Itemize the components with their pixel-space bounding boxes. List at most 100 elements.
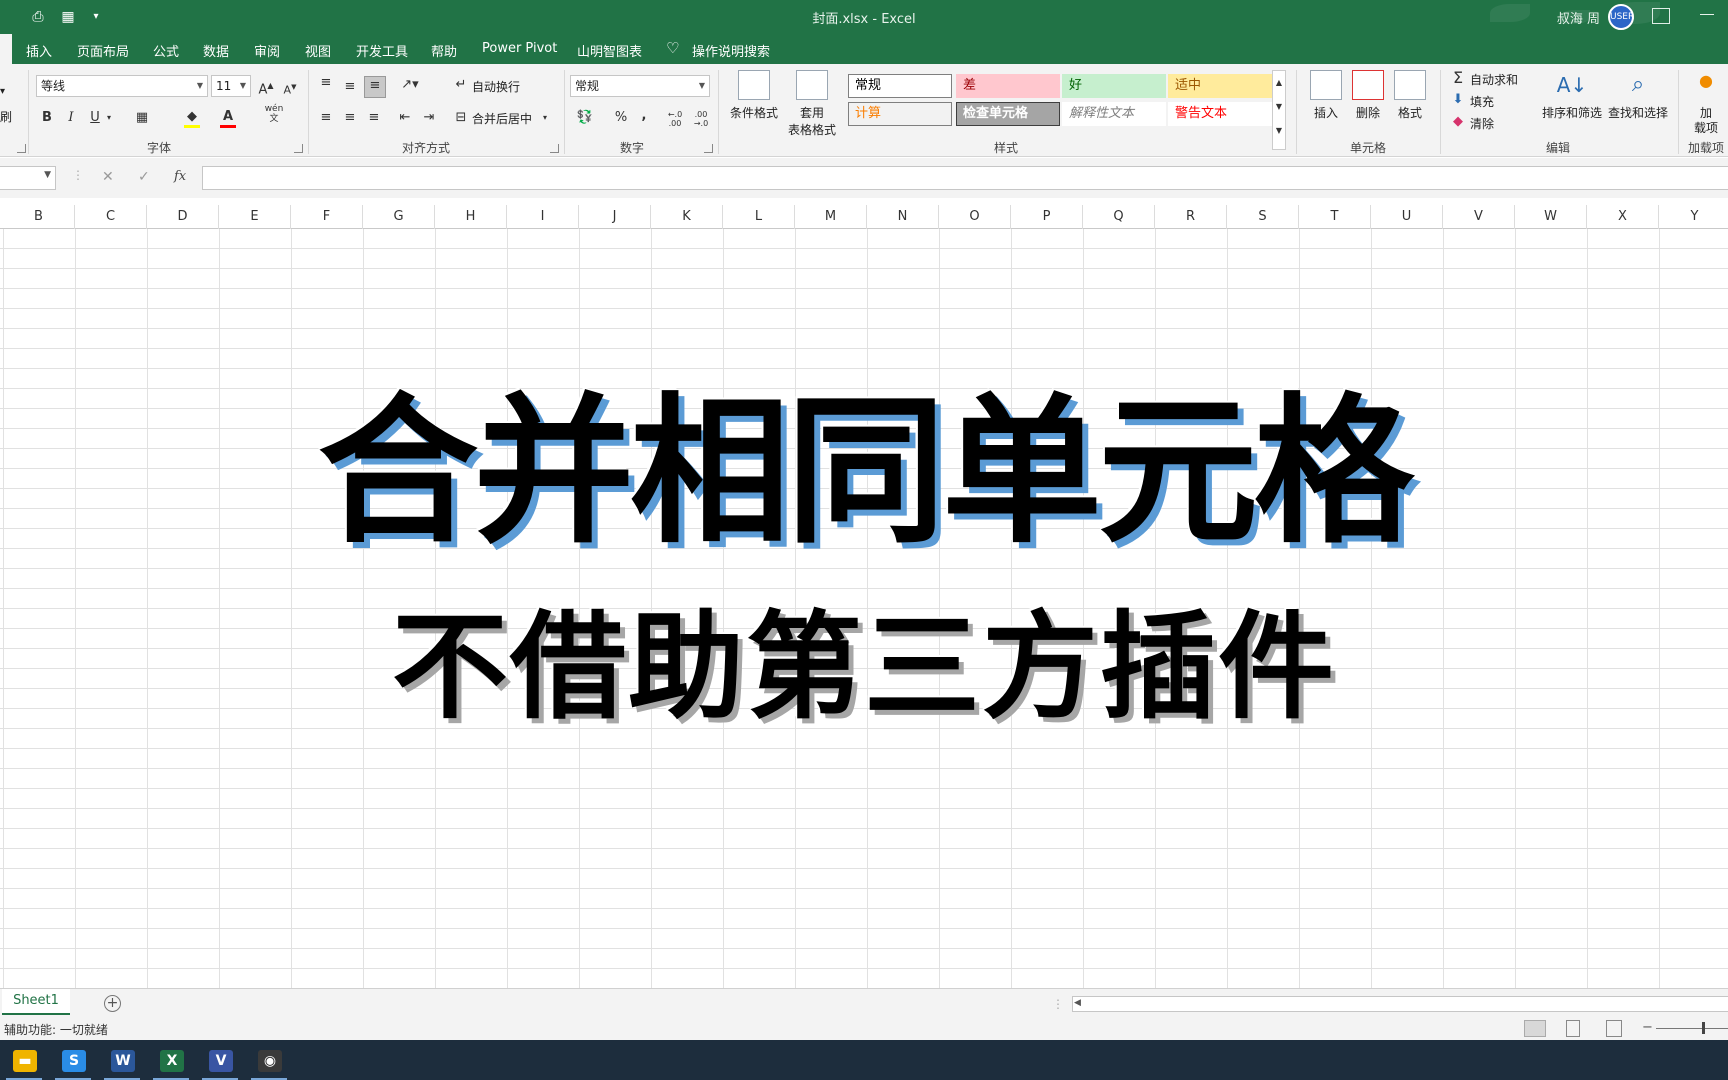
clipboard-dropdown-icon[interactable]: ▾ [0, 86, 5, 97]
align-right-icon[interactable]: ≡ [366, 109, 382, 127]
format-cells-button[interactable]: 格式 [1390, 70, 1430, 121]
tab-home-selected-edge[interactable] [0, 34, 12, 64]
zoom-slider-thumb[interactable] [1702, 1022, 1705, 1034]
autosum-button[interactable]: 自动求和 [1470, 71, 1518, 88]
tab-view[interactable]: 视图 [305, 41, 331, 60]
column-header[interactable]: B [3, 205, 75, 229]
zoom-slider[interactable] [1656, 1028, 1728, 1029]
tab-shanming-charts[interactable]: 山明智图表 [577, 41, 642, 60]
style-check-cell[interactable]: 检查单元格 [956, 102, 1060, 126]
clipboard-launcher-icon[interactable] [17, 144, 26, 153]
tab-splitter-icon[interactable]: ⋮ [1052, 997, 1064, 1011]
insert-function-button[interactable]: fx [174, 169, 186, 184]
increase-font-size-icon[interactable]: A▲ [258, 77, 274, 99]
fill-color-icon[interactable]: ◆ [184, 108, 200, 128]
tab-power-pivot[interactable]: Power Pivot [482, 41, 557, 56]
page-layout-view-icon[interactable] [1566, 1020, 1580, 1037]
taskbar-excel[interactable]: X [149, 1044, 193, 1080]
style-good[interactable]: 好 [1062, 74, 1166, 98]
font-size-select[interactable]: 11 ▼ [211, 75, 251, 97]
decrease-font-size-icon[interactable]: A▼ [282, 78, 298, 100]
column-header[interactable]: H [435, 205, 507, 229]
cancel-entry-icon[interactable]: ✕ [102, 169, 114, 185]
column-header[interactable]: Q [1083, 205, 1155, 229]
clear-button[interactable]: 清除 [1470, 115, 1494, 132]
formula-input[interactable] [202, 166, 1728, 190]
style-neutral[interactable]: 适中 [1168, 74, 1272, 98]
column-header[interactable]: K [651, 205, 723, 229]
column-header[interactable]: I [507, 205, 579, 229]
number-launcher-icon[interactable] [704, 144, 713, 153]
column-header[interactable]: J [579, 205, 651, 229]
confirm-entry-icon[interactable]: ✓ [138, 169, 150, 185]
tab-formulas[interactable]: 公式 [153, 41, 179, 60]
zoom-out-icon[interactable]: − [1642, 1020, 1653, 1035]
tell-me-search[interactable]: 操作说明搜索 [692, 41, 770, 60]
page-break-view-icon[interactable] [1606, 1020, 1622, 1037]
column-header[interactable]: P [1011, 205, 1083, 229]
style-bad[interactable]: 差 [956, 74, 1060, 98]
scroll-left-icon[interactable]: ◀ [1074, 998, 1081, 1008]
column-header[interactable]: R [1155, 205, 1227, 229]
column-header[interactable]: U [1371, 205, 1443, 229]
horizontal-scrollbar[interactable] [1072, 996, 1728, 1012]
comma-style-button[interactable]: , [638, 107, 650, 125]
delete-cells-button[interactable]: 删除 [1348, 70, 1388, 121]
wrap-text-button[interactable]: 自动换行 [472, 78, 520, 95]
taskbar-visio[interactable]: V [198, 1044, 242, 1080]
tab-data[interactable]: 数据 [203, 41, 229, 60]
align-bottom-icon[interactable]: ≡ [364, 76, 386, 98]
style-calculation[interactable]: 计算 [848, 102, 952, 126]
taskbar-file-explorer[interactable]: ▬ [2, 1044, 46, 1080]
minimize-button[interactable] [1700, 14, 1714, 15]
tab-review[interactable]: 审阅 [254, 41, 280, 60]
italic-button[interactable]: I [64, 109, 78, 127]
column-header[interactable]: M [795, 205, 867, 229]
avatar[interactable]: USER [1608, 4, 1634, 30]
align-left-icon[interactable]: ≡ [318, 109, 334, 127]
alignment-launcher-icon[interactable] [550, 144, 559, 153]
style-explanatory-text[interactable]: 解释性文本 [1062, 102, 1166, 126]
increase-indent-icon[interactable]: ⇥ [420, 109, 438, 127]
column-header[interactable]: W [1515, 205, 1587, 229]
number-format-select[interactable]: 常规 ▼ [570, 75, 710, 97]
find-select-button[interactable]: ⌕ 查找和选择 [1606, 70, 1670, 121]
name-box[interactable]: ▼ [0, 166, 56, 190]
align-top-icon[interactable]: ≡ [318, 74, 334, 92]
percent-style-button[interactable]: % [614, 109, 628, 127]
insert-cells-button[interactable]: 插入 [1306, 70, 1346, 121]
user-name[interactable]: 叔海 周 [1557, 8, 1600, 27]
column-header[interactable]: F [291, 205, 363, 229]
tab-help[interactable]: 帮助 [431, 41, 457, 60]
phonetic-guide-icon[interactable]: wén 文 [264, 104, 284, 124]
styles-gallery-scroll-icon[interactable]: ▲ ▼ ▼ [1272, 70, 1286, 150]
format-painter-label[interactable]: 刷 [0, 108, 12, 125]
tab-page-layout[interactable]: 页面布局 [77, 41, 129, 60]
formula-bar-grip-icon[interactable]: ⋮ [72, 168, 84, 182]
tab-insert[interactable]: 插入 [26, 41, 52, 60]
font-launcher-icon[interactable] [294, 144, 303, 153]
align-middle-icon[interactable]: ≡ [342, 78, 358, 96]
normal-view-icon[interactable] [1524, 1020, 1546, 1037]
accounting-format-icon[interactable]: 💱 [574, 109, 596, 127]
column-header[interactable]: D [147, 205, 219, 229]
column-header[interactable]: X [1587, 205, 1659, 229]
sheet-tab-sheet1[interactable]: Sheet1 [2, 989, 70, 1015]
font-color-icon[interactable]: A [220, 108, 236, 128]
addins-button-line2[interactable]: 载项 [1694, 119, 1718, 136]
sort-filter-button[interactable]: A↓ 排序和筛选 [1540, 70, 1604, 121]
column-header[interactable]: T [1299, 205, 1371, 229]
underline-button[interactable]: U [88, 109, 102, 127]
column-header[interactable]: N [867, 205, 939, 229]
align-center-icon[interactable]: ≡ [342, 109, 358, 127]
tab-developer[interactable]: 开发工具 [356, 41, 408, 60]
orientation-icon[interactable]: ↗▾ [398, 76, 422, 94]
decrease-indent-icon[interactable]: ⇤ [396, 109, 414, 127]
column-header[interactable]: Y [1659, 205, 1728, 229]
format-as-table-button[interactable]: 套用 表格格式 [780, 70, 844, 138]
decrease-decimal-button[interactable]: .00 →.0 [690, 110, 712, 128]
bold-button[interactable]: B [40, 109, 54, 127]
taskbar-word[interactable]: W [100, 1044, 144, 1080]
style-normal[interactable]: 常规 [848, 74, 952, 98]
ribbon-display-options-button[interactable] [1652, 8, 1670, 24]
